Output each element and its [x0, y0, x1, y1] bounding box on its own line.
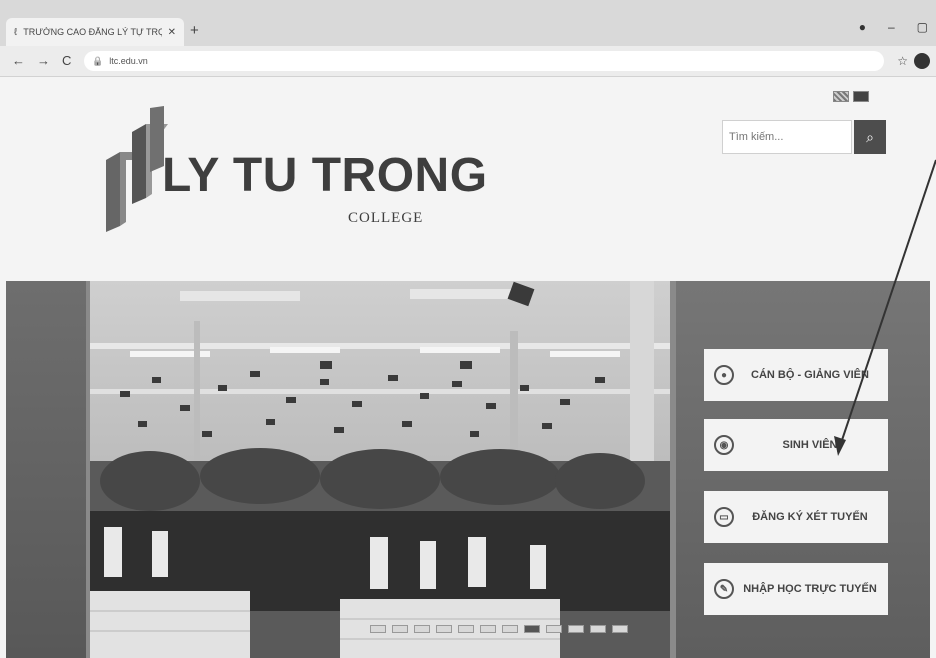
tab-title: TRƯỜNG CAO ĐẲNG LÝ TỰ TRỌ	[23, 27, 162, 37]
uk-flag-icon[interactable]	[833, 91, 849, 102]
url-text: ltc.edu.vn	[109, 56, 148, 66]
browser-tab-bar: ℓ TRƯỜNG CAO ĐẲNG LÝ TỰ TRỌ ✕ + ● – ▢	[0, 0, 936, 46]
hero-banner: › ● CÁN BỘ - GIẢNG VIÊN ◉ SINH VIÊN ▭ ĐĂ…	[6, 281, 930, 658]
forward-icon[interactable]: →	[37, 53, 50, 68]
close-tab-icon[interactable]: ✕	[168, 27, 176, 38]
admission-register-label: ĐĂNG KÝ XÉT TUYỂN	[752, 511, 868, 523]
page-favicon-icon: ℓ	[14, 26, 18, 38]
graduation-photo: ›	[90, 281, 670, 658]
banner-left-strip	[6, 281, 86, 658]
logo-name: LY TU TRONG	[162, 149, 488, 202]
slider-dot[interactable]	[370, 625, 386, 633]
restore-icon[interactable]: ▢	[917, 20, 928, 34]
back-icon[interactable]: ←	[12, 53, 25, 68]
student-icon: ◉	[714, 435, 734, 455]
logo-subtitle: COLLEGE	[348, 210, 424, 226]
search-box: ⌕	[722, 120, 886, 154]
slider-pagination	[370, 625, 628, 633]
slider-dot[interactable]	[612, 625, 628, 633]
slider-dot[interactable]	[392, 625, 408, 633]
slider-dot[interactable]	[524, 625, 540, 633]
person-icon: ●	[714, 365, 734, 385]
staff-lecturer-button[interactable]: ● CÁN BỘ - GIẢNG VIÊN	[704, 349, 888, 401]
staff-lecturer-label: CÁN BỘ - GIẢNG VIÊN	[751, 369, 869, 381]
slider-dot[interactable]	[590, 625, 606, 633]
search-button[interactable]: ⌕	[854, 120, 886, 154]
site-logo[interactable]: LY TU TRONG COLLEGE	[102, 106, 487, 236]
slider-dot[interactable]	[546, 625, 562, 633]
graduation-scene-image	[90, 281, 670, 658]
admission-register-button[interactable]: ▭ ĐĂNG KÝ XÉT TUYỂN	[704, 491, 888, 543]
nav-buttons: ← → C	[12, 53, 71, 68]
online-enrollment-label: NHẬP HỌC TRỰC TUYẾN	[743, 583, 877, 595]
minimize-icon[interactable]: –	[888, 20, 895, 34]
quick-links-panel: ● CÁN BỘ - GIẢNG VIÊN ◉ SINH VIÊN ▭ ĐĂNG…	[676, 281, 930, 658]
slider-dot[interactable]	[458, 625, 474, 633]
bookmark-star-icon[interactable]: ☆	[897, 54, 908, 68]
student-label: SINH VIÊN	[782, 439, 838, 451]
language-switcher	[833, 91, 869, 102]
online-enrollment-button[interactable]: ✎ NHẬP HỌC TRỰC TUYẾN	[704, 563, 888, 615]
student-button[interactable]: ◉ SINH VIÊN	[704, 419, 888, 471]
magnifier-icon: ⌕	[866, 128, 874, 145]
lock-icon: 🔒	[92, 55, 104, 66]
slider-dot[interactable]	[436, 625, 452, 633]
browser-tab[interactable]: ℓ TRƯỜNG CAO ĐẲNG LÝ TỰ TRỌ ✕	[6, 18, 184, 46]
slider-dot[interactable]	[568, 625, 584, 633]
enroll-icon: ✎	[714, 579, 734, 599]
browser-toolbar: ← → C 🔒 ltc.edu.vn ☆	[0, 46, 936, 77]
window-dot-icon[interactable]: ●	[859, 20, 866, 34]
new-tab-button[interactable]: +	[190, 22, 199, 39]
profile-avatar[interactable]	[914, 53, 930, 69]
slider-dot[interactable]	[480, 625, 496, 633]
slider-dot[interactable]	[502, 625, 518, 633]
register-icon: ▭	[714, 507, 734, 527]
search-input[interactable]	[722, 120, 852, 154]
window-controls: ● – ▢	[859, 20, 928, 34]
address-bar[interactable]: 🔒 ltc.edu.vn	[84, 51, 884, 71]
slider-dot[interactable]	[414, 625, 430, 633]
reload-icon[interactable]: C	[62, 53, 71, 68]
vn-flag-icon[interactable]	[853, 91, 869, 102]
